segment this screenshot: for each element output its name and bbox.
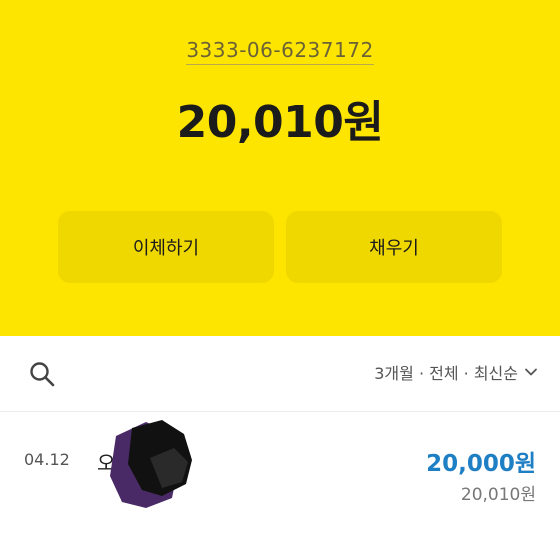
search-icon[interactable] xyxy=(28,360,56,388)
account-balance: 20,010원 xyxy=(176,97,384,148)
charge-button[interactable]: 채우기 xyxy=(286,211,502,283)
transaction-date: 04.12 xyxy=(24,450,70,469)
transaction-amount: 20,000원 xyxy=(426,451,536,477)
redaction-scribble xyxy=(110,420,192,508)
filter-label: 3개월 · 전체 · 최신순 xyxy=(374,364,518,383)
chevron-down-icon xyxy=(525,368,537,376)
account-header: 3333-06-6237172 20,010원 이체하기 채우기 xyxy=(0,0,560,336)
transfer-button[interactable]: 이체하기 xyxy=(58,211,274,283)
account-number[interactable]: 3333-06-6237172 xyxy=(0,38,560,65)
balance-after: 20,010원 xyxy=(460,485,536,505)
filter-dropdown[interactable]: 3개월 · 전체 · 최신순 xyxy=(374,360,538,384)
transaction-row[interactable]: 04.12 오 20,000원 20,010원 xyxy=(0,412,560,512)
filter-bar: 3개월 · 전체 · 최신순 xyxy=(0,336,560,412)
